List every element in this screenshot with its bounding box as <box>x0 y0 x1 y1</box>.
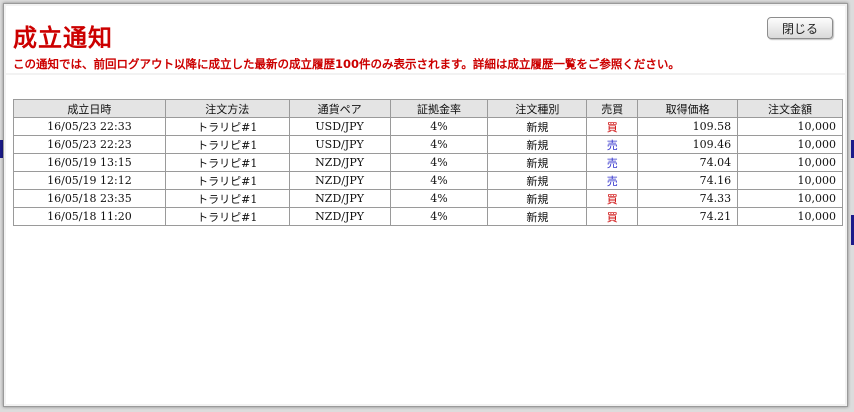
cell-pair: NZD/JPY <box>288 153 391 172</box>
cell-pair: NZD/JPY <box>288 189 391 208</box>
cell-margin-rate: 4% <box>389 171 489 190</box>
cell-order-type: 新規 <box>487 189 588 208</box>
dialog-body: 成立日時 注文方法 通貨ペア 証拠金率 注文種別 売買 取得価格 注文金額 16… <box>6 75 845 404</box>
cell-pair: USD/JPY <box>288 135 391 154</box>
cell-order-type: 新規 <box>487 171 588 190</box>
cell-amount: 10,000 <box>737 153 843 172</box>
dialog-header: 成立通知 この通知では、前回ログアウト以降に成立した最新の成立履歴100件のみ表… <box>6 6 845 73</box>
cell-margin-rate: 4% <box>389 207 489 226</box>
column-header-order-type[interactable]: 注文種別 <box>487 99 588 118</box>
cell-amount: 10,000 <box>737 189 843 208</box>
cell-order-type: 新規 <box>487 207 588 226</box>
column-header-price[interactable]: 取得価格 <box>637 99 739 118</box>
table-row[interactable]: 16/05/18 11:20 トラリピ#1 NZD/JPY 4% 新規 買 74… <box>13 207 843 226</box>
cell-amount: 10,000 <box>737 117 843 136</box>
cell-method: トラリピ#1 <box>164 135 290 154</box>
table-row[interactable]: 16/05/19 12:12 トラリピ#1 NZD/JPY 4% 新規 売 74… <box>13 171 843 190</box>
column-header-pair[interactable]: 通貨ペア <box>288 99 391 118</box>
cell-side: 買 <box>586 189 639 208</box>
cell-price: 74.21 <box>637 207 739 226</box>
cell-method: トラリピ#1 <box>164 207 290 226</box>
cell-side: 買 <box>586 207 639 226</box>
column-header-method[interactable]: 注文方法 <box>164 99 290 118</box>
cell-method: トラリピ#1 <box>164 171 290 190</box>
cell-side: 売 <box>586 135 639 154</box>
table-row[interactable]: 16/05/23 22:33 トラリピ#1 USD/JPY 4% 新規 買 10… <box>13 117 843 136</box>
cell-method: トラリピ#1 <box>164 189 290 208</box>
cell-amount: 10,000 <box>737 135 843 154</box>
table-row[interactable]: 16/05/18 23:35 トラリピ#1 NZD/JPY 4% 新規 買 74… <box>13 189 843 208</box>
cell-method: トラリピ#1 <box>164 153 290 172</box>
execution-notice-dialog: 成立通知 この通知では、前回ログアウト以降に成立した最新の成立履歴100件のみ表… <box>3 3 848 407</box>
cell-side: 売 <box>586 171 639 190</box>
cell-order-type: 新規 <box>487 135 588 154</box>
execution-history-table: 成立日時 注文方法 通貨ペア 証拠金率 注文種別 売買 取得価格 注文金額 16… <box>13 99 843 226</box>
table-row[interactable]: 16/05/23 22:23 トラリピ#1 USD/JPY 4% 新規 売 10… <box>13 135 843 154</box>
cell-margin-rate: 4% <box>389 153 489 172</box>
column-header-side[interactable]: 売買 <box>586 99 639 118</box>
notice-message: この通知では、前回ログアウト以降に成立した最新の成立履歴100件のみ表示されます… <box>13 57 680 71</box>
cell-method: トラリピ#1 <box>164 117 290 136</box>
cell-order-type: 新規 <box>487 117 588 136</box>
cell-datetime: 16/05/23 22:33 <box>13 117 166 136</box>
cell-datetime: 16/05/18 11:20 <box>13 207 166 226</box>
column-header-datetime[interactable]: 成立日時 <box>13 99 166 118</box>
cell-side: 売 <box>586 153 639 172</box>
cell-price: 109.46 <box>637 135 739 154</box>
cell-price: 74.16 <box>637 171 739 190</box>
cell-price: 74.33 <box>637 189 739 208</box>
cell-margin-rate: 4% <box>389 135 489 154</box>
close-button[interactable]: 閉じる <box>767 17 833 39</box>
cell-pair: NZD/JPY <box>288 207 391 226</box>
cell-price: 74.04 <box>637 153 739 172</box>
column-header-margin-rate[interactable]: 証拠金率 <box>389 99 489 118</box>
cell-datetime: 16/05/19 13:15 <box>13 153 166 172</box>
cell-datetime: 16/05/19 12:12 <box>13 171 166 190</box>
cell-margin-rate: 4% <box>389 117 489 136</box>
cell-side: 買 <box>586 117 639 136</box>
cell-margin-rate: 4% <box>389 189 489 208</box>
table-row[interactable]: 16/05/19 13:15 トラリピ#1 NZD/JPY 4% 新規 売 74… <box>13 153 843 172</box>
cell-pair: USD/JPY <box>288 117 391 136</box>
cell-datetime: 16/05/23 22:23 <box>13 135 166 154</box>
cell-pair: NZD/JPY <box>288 171 391 190</box>
cell-datetime: 16/05/18 23:35 <box>13 189 166 208</box>
cell-order-type: 新規 <box>487 153 588 172</box>
cell-amount: 10,000 <box>737 207 843 226</box>
cell-amount: 10,000 <box>737 171 843 190</box>
cell-price: 109.58 <box>637 117 739 136</box>
table-header-row: 成立日時 注文方法 通貨ペア 証拠金率 注文種別 売買 取得価格 注文金額 <box>13 99 843 118</box>
column-header-amount[interactable]: 注文金額 <box>737 99 843 118</box>
dialog-title: 成立通知 <box>13 23 113 52</box>
